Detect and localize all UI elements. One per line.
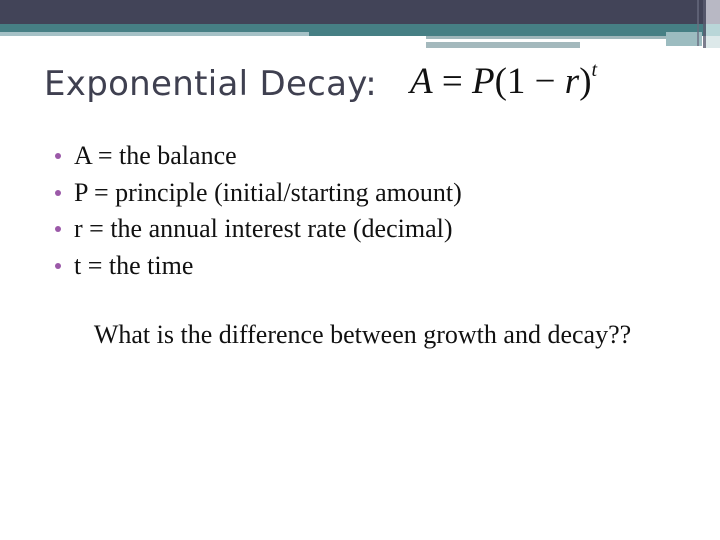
header-accent-strip [426,42,580,48]
formula-r: r [564,61,580,102]
list-item: P = principle (initial/starting amount) [52,175,462,212]
formula-close: ) [579,61,592,102]
list-item: A = the balance [52,138,462,175]
header-edge-block [706,36,720,48]
formula-A: A [410,61,433,102]
header-accent-strip [426,36,666,39]
list-item-text: A = the balance [74,141,237,170]
list-item: t = the time [52,248,462,285]
header-light-strip [0,32,309,36]
header-edge-block [706,0,720,24]
bullet-icon [55,189,61,196]
list-item-text: t = the time [74,250,194,280]
formula-open: (1 − [494,61,565,102]
bullet-icon [55,262,61,269]
discussion-question: What is the difference between growth an… [93,320,632,349]
header-edge-block [706,24,720,36]
variable-definitions-list: A = the balance P = principle (initial/s… [52,138,462,284]
bullet-icon [55,153,61,160]
decay-formula: A = P(1 − r)t [410,58,598,103]
formula-exponent: t [591,58,598,81]
header-edge-line [697,0,699,46]
formula-P: P [471,61,495,102]
formula-equals: = [441,61,463,102]
list-item-text: r = the annual interest rate (decimal) [74,214,453,243]
bullet-icon [55,226,61,233]
header-dark-band [0,0,720,24]
slide-title: Exponential Decay: [44,64,377,104]
header-teal-band [0,24,720,32]
list-item-text: P = principle (initial/starting amount) [74,177,462,207]
list-item: r = the annual interest rate (decimal) [52,211,462,248]
